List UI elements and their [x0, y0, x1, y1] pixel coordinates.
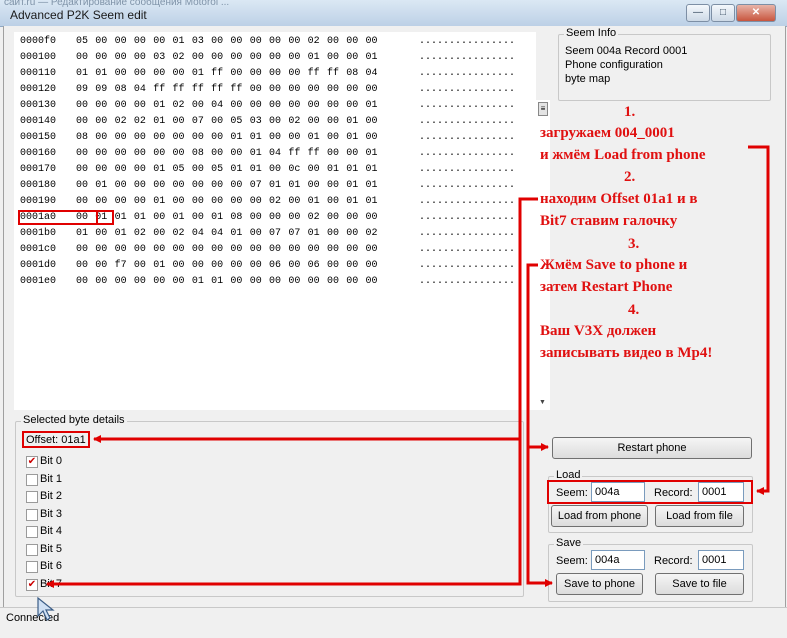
arrow-to-offset-label — [93, 197, 538, 443]
arrow-to-save-button — [526, 447, 553, 587]
arrow-to-load-fields — [748, 145, 770, 495]
arrow-to-bit7 — [46, 439, 522, 588]
arrow-to-restart-button — [526, 263, 549, 451]
mouse-cursor-icon — [37, 596, 55, 621]
annotation-arrows — [46, 145, 770, 588]
